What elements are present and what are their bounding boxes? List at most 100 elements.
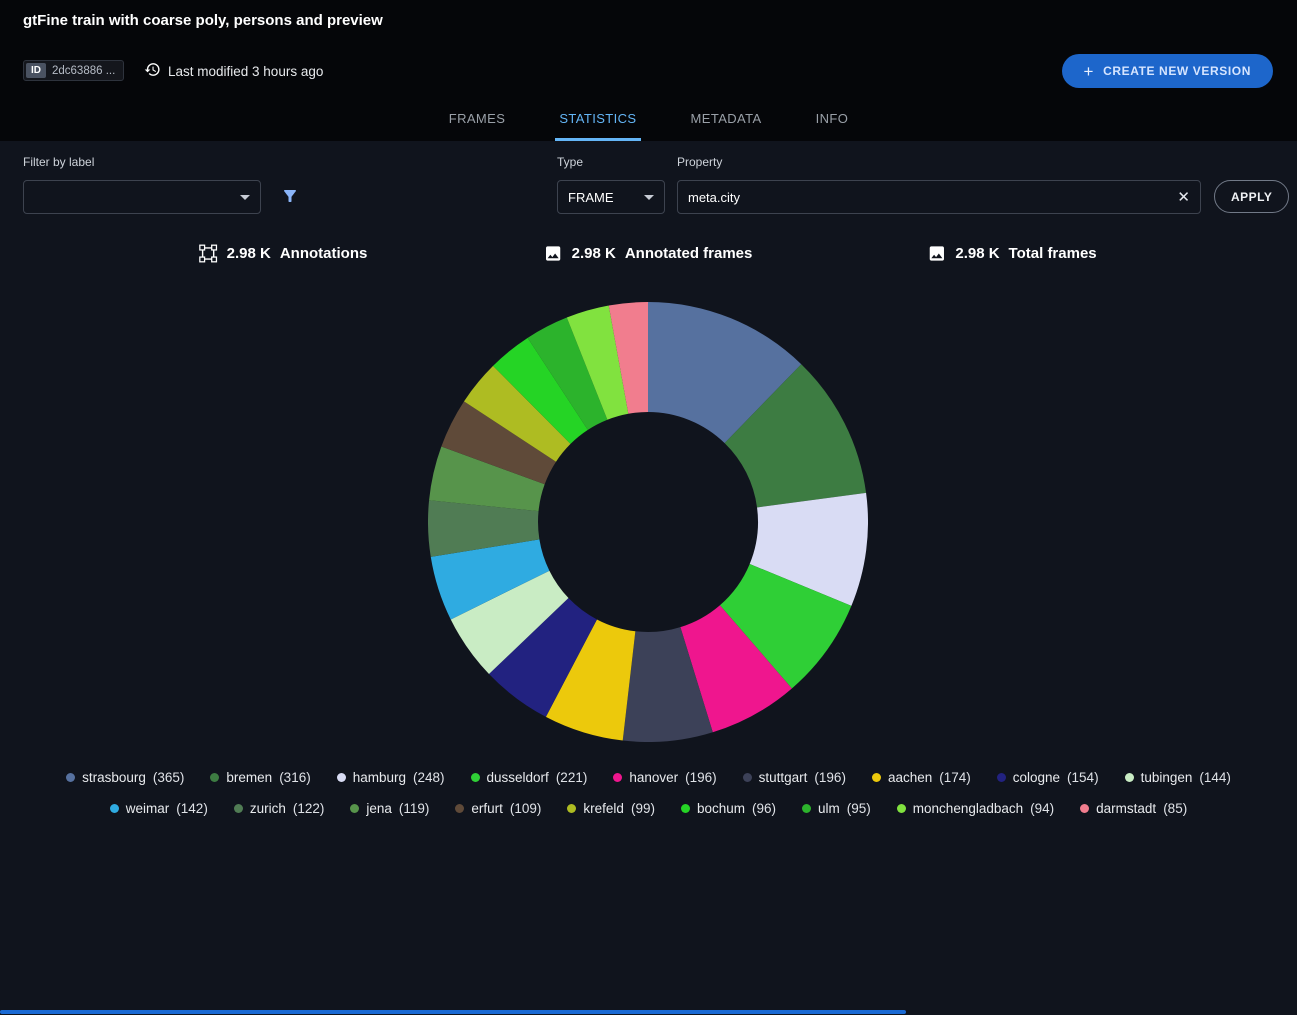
legend-dot — [455, 804, 464, 813]
legend-dot — [1080, 804, 1089, 813]
clear-icon[interactable]: ✕ — [1177, 190, 1190, 205]
history-icon — [144, 61, 161, 81]
chevron-down-icon — [240, 195, 250, 200]
legend-count: (144) — [1199, 770, 1231, 785]
legend-count: (142) — [176, 801, 208, 816]
legend-item-tubingen[interactable]: tubingen(144) — [1125, 770, 1231, 785]
stat-label: Annotated frames — [625, 245, 753, 262]
type-select[interactable]: FRAME — [557, 180, 665, 214]
legend-count: (174) — [939, 770, 971, 785]
legend-count: (94) — [1030, 801, 1054, 816]
legend-count: (221) — [556, 770, 588, 785]
type-label: Type — [557, 155, 583, 169]
create-new-version-button[interactable]: + CREATE NEW VERSION — [1062, 54, 1273, 88]
legend-label: bremen — [226, 770, 272, 785]
filter-by-label-label: Filter by label — [23, 155, 94, 169]
legend-dot — [743, 773, 752, 782]
legend-row: weimar (142) zurich (122) jena (119) erfurt (10… — [110, 801, 1187, 816]
legend-dot — [337, 773, 346, 782]
legend-dot — [897, 804, 906, 813]
legend-label: strasbourg — [82, 770, 146, 785]
legend-item-dusseldorf[interactable]: dusseldorf (221) — [471, 770, 588, 785]
property-label: Property — [677, 155, 722, 169]
legend-count: (109) — [510, 801, 542, 816]
legend-label: stuttgart — [759, 770, 808, 785]
legend-dot — [872, 773, 881, 782]
legend-item-bochum[interactable]: bochum(96) — [681, 801, 776, 816]
legend-dot — [567, 804, 576, 813]
legend-item-krefeld[interactable]: krefeld(99) — [567, 801, 655, 816]
legend-item-aachen[interactable]: aachen (174) — [872, 770, 971, 785]
legend-count: (196) — [685, 770, 717, 785]
legend-count: (316) — [279, 770, 311, 785]
legend-label: ulm — [818, 801, 840, 816]
tab-info[interactable]: INFO — [812, 99, 853, 141]
legend-dot — [66, 773, 75, 782]
dataset-statistics-page: gtFine train with coarse poly, persons a… — [0, 0, 1297, 1015]
legend-count: (154) — [1067, 770, 1099, 785]
legend-item-cologne[interactable]: cologne (154) — [997, 770, 1099, 785]
legend-dot — [613, 773, 622, 782]
image-icon — [927, 244, 946, 263]
apply-button[interactable]: APPLY — [1214, 180, 1289, 213]
legend-dot — [997, 773, 1006, 782]
create-new-version-label: CREATE NEW VERSION — [1103, 64, 1251, 78]
legend-item-erfurt[interactable]: erfurt (109) — [455, 801, 541, 816]
plus-icon: + — [1084, 63, 1095, 80]
legend-label: hamburg — [353, 770, 406, 785]
legend-dot — [234, 804, 243, 813]
legend-count: (196) — [814, 770, 846, 785]
legend-item-monchengladbach[interactable]: monchengladbach (94) — [897, 801, 1054, 816]
tab-metadata[interactable]: METADATA — [687, 99, 766, 141]
legend-dot — [350, 804, 359, 813]
legend-count: (95) — [847, 801, 871, 816]
legend-label: erfurt — [471, 801, 503, 816]
legend-item-darmstadt[interactable]: darmstadt(85) — [1080, 801, 1187, 816]
legend-label: cologne — [1013, 770, 1060, 785]
legend-count: (119) — [399, 801, 430, 816]
dataset-id-chip[interactable]: ID 2dc63886 ... — [23, 60, 124, 81]
stat-value: 2.98 K — [955, 245, 999, 262]
legend-count: (365) — [153, 770, 185, 785]
legend-dot — [802, 804, 811, 813]
legend-item-ulm[interactable]: ulm (95) — [802, 801, 871, 816]
property-input[interactable]: meta.city ✕ — [677, 180, 1201, 214]
legend-label: weimar — [126, 801, 170, 816]
legend-item-stuttgart[interactable]: stuttgart (196) — [743, 770, 846, 785]
legend-label: jena — [366, 801, 392, 816]
legend-label: zurich — [250, 801, 286, 816]
property-value: meta.city — [688, 190, 740, 205]
legend-item-hamburg[interactable]: hamburg(248) — [337, 770, 445, 785]
legend-count: (99) — [631, 801, 655, 816]
legend-dot — [681, 804, 690, 813]
stat-value: 2.98 K — [572, 245, 616, 262]
label-filter-select[interactable] — [23, 180, 261, 214]
legend-count: (122) — [293, 801, 325, 816]
legend-label: monchengladbach — [913, 801, 1023, 816]
legend-item-bremen[interactable]: bremen (316) — [210, 770, 310, 785]
horizontal-scrollbar-thumb[interactable] — [0, 1010, 906, 1014]
legend-label: bochum — [697, 801, 745, 816]
filter-icon[interactable] — [281, 187, 299, 205]
legend-item-strasbourg[interactable]: strasbourg (365) — [66, 770, 184, 785]
tab-statistics[interactable]: STATISTICS — [555, 99, 640, 141]
header: gtFine train with coarse poly, persons a… — [0, 0, 1297, 141]
type-value: FRAME — [568, 190, 614, 205]
legend-label: dusseldorf — [487, 770, 549, 785]
legend-item-weimar[interactable]: weimar (142) — [110, 801, 208, 816]
id-value: 2dc63886 ... — [52, 65, 121, 77]
main-content: Filter by label Type FRAME Property meta… — [0, 141, 1297, 1015]
city-distribution-donut-chart[interactable] — [428, 302, 868, 742]
legend-dot — [110, 804, 119, 813]
legend-label: hanover — [629, 770, 678, 785]
legend-label: darmstadt — [1096, 801, 1156, 816]
legend-item-jena[interactable]: jena (119) — [350, 801, 429, 816]
legend-item-hanover[interactable]: hanover (196) — [613, 770, 716, 785]
stat-annotated-frames: 2.98 K Annotated frames — [544, 244, 753, 263]
chart-legend: strasbourg (365) bremen (316) hamburg(248) du… — [0, 770, 1297, 816]
legend-label: aachen — [888, 770, 932, 785]
tab-frames[interactable]: FRAMES — [445, 99, 510, 141]
image-icon — [544, 244, 563, 263]
legend-item-zurich[interactable]: zurich (122) — [234, 801, 325, 816]
tab-bar: FRAMES STATISTICS METADATA INFO — [0, 99, 1297, 141]
